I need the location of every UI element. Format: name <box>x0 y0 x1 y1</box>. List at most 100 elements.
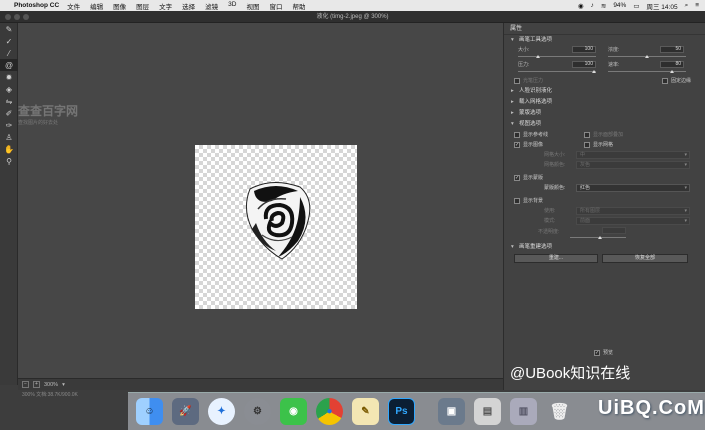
collapsed-arrow-icon: ▸ <box>511 110 514 116</box>
pucker-tool[interactable]: ✹ <box>0 71 18 83</box>
clock[interactable]: 周三 14:05 <box>646 1 677 11</box>
downloads-stack-icon[interactable]: ▤ <box>474 398 501 425</box>
view-options-header[interactable]: ▾ 视图选项 <box>504 119 705 130</box>
load-mesh-header[interactable]: ▸ 载入网格选项 <box>504 97 705 108</box>
folder-stack-icon[interactable]: ▥ <box>510 398 537 425</box>
menu-view[interactable]: 视图 <box>246 1 259 11</box>
menu-3d[interactable]: 3D <box>228 1 236 11</box>
minimize-window-button[interactable] <box>14 14 20 20</box>
pressure-slider-thumb[interactable] <box>592 70 596 73</box>
safari-icon[interactable]: ✦ <box>208 398 235 425</box>
trash-icon[interactable]: 🗑 <box>546 398 573 425</box>
opacity-input[interactable] <box>602 227 626 234</box>
show-mask-checkbox[interactable]: ✓ <box>514 174 520 181</box>
restore-all-button[interactable]: 恢复全部 <box>602 254 688 263</box>
thaw-mask-tool[interactable]: ✑ <box>0 119 18 131</box>
mesh-color-label: 网格颜色: <box>544 162 566 168</box>
app-menu[interactable]: Photoshop CC <box>14 2 59 9</box>
wechat-icon[interactable]: ◉ <box>280 398 307 425</box>
show-mesh-option[interactable]: 显示网格 <box>584 140 613 150</box>
show-mask-option[interactable]: ✓ 显示蒙版 <box>514 173 543 183</box>
density-input[interactable]: 50 <box>660 46 684 53</box>
menu-select[interactable]: 选择 <box>182 1 195 11</box>
mask-color-label: 蒙版颜色: <box>544 185 566 191</box>
brush-options-header[interactable]: ▾ 画笔工具选项 <box>504 35 705 46</box>
push-left-tool[interactable]: ⇋ <box>0 95 18 107</box>
rate-slider-thumb[interactable] <box>670 70 674 73</box>
zoom-dropdown-icon[interactable]: ▾ <box>62 382 65 388</box>
smooth-tool[interactable]: ⁄ <box>0 47 18 59</box>
preview-option[interactable]: ✓ 预览 <box>594 349 613 356</box>
rebuild-button[interactable]: 重建... <box>514 254 598 263</box>
notification-center-icon[interactable]: ≡ <box>695 2 699 9</box>
show-face-overlay-checkbox[interactable] <box>584 131 590 138</box>
stylus-pressure-option[interactable]: 光笔压力 <box>514 76 543 86</box>
rate-input[interactable]: 80 <box>660 61 684 68</box>
sound-icon[interactable]: ♪ <box>591 2 594 9</box>
mesh-size-select[interactable]: 中 <box>576 151 690 159</box>
rebuild-options-header[interactable]: ▾ 画笔重建选项 <box>504 242 705 253</box>
pin-edges-checkbox[interactable] <box>662 77 668 84</box>
launchpad-icon[interactable]: 🚀 <box>172 398 199 425</box>
pin-edges-option[interactable]: 固定边缘 <box>662 76 691 86</box>
show-backdrop-checkbox[interactable] <box>514 197 520 204</box>
canvas-image[interactable] <box>195 145 357 309</box>
show-image-option[interactable]: ✓ 显示图像 <box>514 140 543 150</box>
system-preferences-icon[interactable]: ⚙ <box>244 398 271 425</box>
freeze-mask-tool[interactable]: ✐ <box>0 107 18 119</box>
textedit-icon[interactable]: ✎ <box>352 398 379 425</box>
show-backdrop-option[interactable]: 显示背景 <box>514 196 543 206</box>
menu-image[interactable]: 图像 <box>113 1 126 11</box>
rate-slider[interactable] <box>608 71 686 72</box>
show-image-checkbox[interactable]: ✓ <box>514 141 520 148</box>
photoshop-icon[interactable]: Ps <box>388 398 415 425</box>
zoom-in-button[interactable]: + <box>33 381 40 388</box>
forward-warp-tool[interactable]: ✎ <box>0 23 18 35</box>
size-input[interactable]: 100 <box>572 46 596 53</box>
mode-select[interactable]: 前面 <box>576 217 690 225</box>
canvas-workspace[interactable] <box>18 23 503 378</box>
size-slider[interactable] <box>518 56 596 57</box>
twirl-tool[interactable]: @ <box>0 59 18 71</box>
mask-options-header[interactable]: ▸ 蒙版选项 <box>504 108 705 119</box>
menu-type[interactable]: 文字 <box>159 1 172 11</box>
show-guides-option[interactable]: 显示参考线 <box>514 130 548 140</box>
size-slider-thumb[interactable] <box>536 55 540 58</box>
bloat-tool[interactable]: ◈ <box>0 83 18 95</box>
zoom-out-button[interactable]: − <box>22 381 29 388</box>
pressure-input[interactable]: 100 <box>572 61 596 68</box>
opacity-slider-thumb[interactable] <box>598 236 602 239</box>
battery-icon[interactable]: ▭ <box>633 2 639 10</box>
density-slider-thumb[interactable] <box>645 55 649 58</box>
face-tool[interactable]: ♙ <box>0 131 18 143</box>
mask-color-select[interactable]: 红色 <box>576 184 690 192</box>
menu-window[interactable]: 窗口 <box>269 1 282 11</box>
close-window-button[interactable] <box>5 14 11 20</box>
image-thumbnail-icon[interactable]: ▣ <box>438 398 465 425</box>
menu-filter[interactable]: 滤镜 <box>205 1 218 11</box>
zoom-level-select[interactable]: 300% <box>44 382 58 388</box>
menu-layer[interactable]: 图层 <box>136 1 149 11</box>
show-mesh-checkbox[interactable] <box>584 141 590 148</box>
show-face-overlay-option[interactable]: 显示面部叠加 <box>584 130 623 140</box>
wechat-status-icon[interactable]: ◉ <box>578 2 584 10</box>
finder-icon[interactable]: ☺ <box>136 398 163 425</box>
zoom-window-button[interactable] <box>23 14 29 20</box>
use-select[interactable]: 所有图层 <box>576 207 690 215</box>
menu-help[interactable]: 帮助 <box>292 1 305 11</box>
menu-edit[interactable]: 编辑 <box>90 1 103 11</box>
reconstruct-tool[interactable]: ✓ <box>0 35 18 47</box>
mesh-color-select[interactable]: 灰色 <box>576 161 690 169</box>
show-guides-checkbox[interactable] <box>514 131 520 138</box>
hand-tool[interactable]: ✋ <box>0 143 18 155</box>
menu-file[interactable]: 文件 <box>67 1 80 11</box>
wifi-icon[interactable]: ≋ <box>601 2 606 10</box>
chrome-icon[interactable]: ● <box>316 398 343 425</box>
zoom-tool[interactable]: ⚲ <box>0 155 18 167</box>
pressure-slider[interactable] <box>518 71 596 72</box>
rate-label: 速率: <box>608 62 620 68</box>
stylus-pressure-checkbox[interactable] <box>514 77 520 84</box>
face-liquify-header[interactable]: ▸ 人脸识别液化 <box>504 86 705 97</box>
preview-checkbox[interactable]: ✓ <box>594 349 600 356</box>
search-icon[interactable]: ⌕ <box>685 2 689 10</box>
